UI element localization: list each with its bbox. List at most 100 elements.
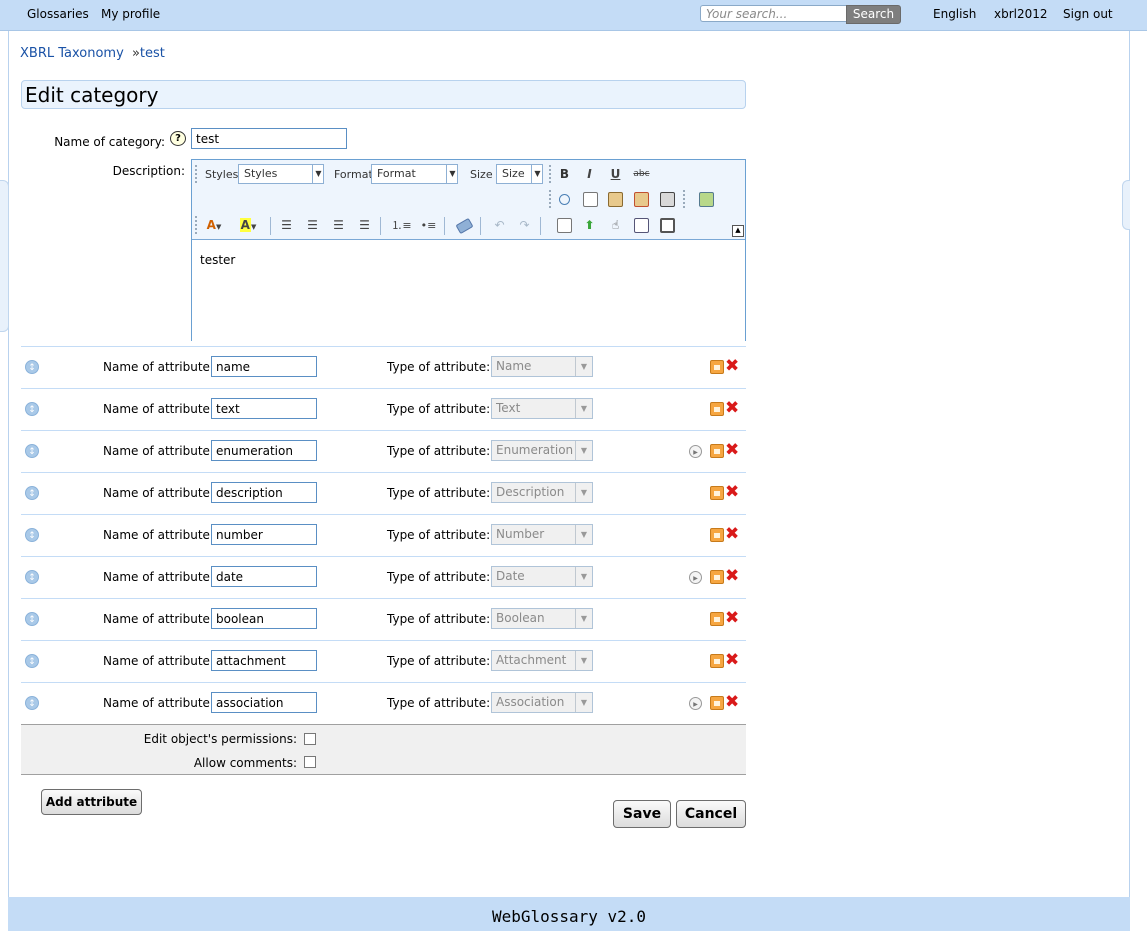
- lock-icon[interactable]: [710, 654, 724, 668]
- lock-icon[interactable]: [710, 360, 724, 374]
- attribute-name-input[interactable]: [211, 524, 317, 545]
- paste-button[interactable]: [605, 189, 626, 209]
- attribute-name-input[interactable]: [211, 608, 317, 629]
- username-link[interactable]: xbrl2012: [994, 7, 1048, 21]
- delete-icon[interactable]: ✖: [725, 651, 739, 669]
- paste-word-button[interactable]: [657, 189, 678, 209]
- help-icon[interactable]: ?: [170, 131, 186, 146]
- lock-icon[interactable]: [710, 486, 724, 500]
- copy-button[interactable]: [580, 189, 601, 209]
- strikethrough-button[interactable]: abc: [631, 164, 652, 184]
- delete-icon[interactable]: ✖: [725, 609, 739, 627]
- comments-checkbox[interactable]: [304, 756, 316, 768]
- source-button[interactable]: [657, 215, 678, 235]
- insert-image-button[interactable]: [696, 189, 717, 209]
- attribute-type-select[interactable]: Number ▼: [491, 524, 593, 545]
- attribute-name-input[interactable]: [211, 692, 317, 713]
- align-right-button[interactable]: ☰: [328, 215, 349, 235]
- bulleted-list-button[interactable]: •≡: [418, 215, 439, 235]
- move-handle-icon[interactable]: ↕: [25, 402, 39, 416]
- redo-button[interactable]: ↷: [514, 215, 535, 235]
- move-handle-icon[interactable]: ↕: [25, 654, 39, 668]
- cut-button[interactable]: [554, 189, 575, 209]
- attribute-type-select[interactable]: Text ▼: [491, 398, 593, 419]
- upload-button[interactable]: ⬆: [579, 215, 600, 235]
- justify-button[interactable]: ☰: [354, 215, 375, 235]
- delete-icon[interactable]: ✖: [725, 399, 739, 417]
- cancel-button[interactable]: Cancel: [676, 800, 746, 828]
- align-left-button[interactable]: ☰: [276, 215, 297, 235]
- move-handle-icon[interactable]: ↕: [25, 486, 39, 500]
- size-combo[interactable]: Size Size ▼: [467, 164, 543, 184]
- delete-icon[interactable]: ✖: [725, 357, 739, 375]
- lock-icon[interactable]: [710, 696, 724, 710]
- permissions-checkbox[interactable]: [304, 733, 316, 745]
- move-handle-icon[interactable]: ↕: [25, 696, 39, 710]
- move-handle-icon[interactable]: ↕: [25, 360, 39, 374]
- attribute-type-select[interactable]: Association ▼: [491, 692, 593, 713]
- numbered-list-button[interactable]: ⒈≡: [391, 215, 412, 235]
- move-handle-icon[interactable]: ↕: [25, 528, 39, 542]
- attribute-name-input[interactable]: [211, 482, 317, 503]
- category-name-input[interactable]: [191, 128, 347, 149]
- add-attribute-button[interactable]: Add attribute: [41, 789, 142, 815]
- collapse-toolbar-button[interactable]: ▲: [732, 225, 744, 237]
- options-play-icon[interactable]: ▶: [689, 697, 702, 710]
- anchor-button[interactable]: [631, 215, 652, 235]
- options-play-icon[interactable]: ▶: [689, 571, 702, 584]
- attribute-type-select[interactable]: Description ▼: [491, 482, 593, 503]
- styles-combo[interactable]: Styles Styles ▼: [200, 164, 324, 184]
- move-handle-icon[interactable]: ↕: [25, 570, 39, 584]
- remove-format-button[interactable]: [454, 215, 475, 235]
- link-button[interactable]: ☝: [605, 215, 626, 235]
- search-button[interactable]: Search: [846, 5, 901, 24]
- delete-icon[interactable]: ✖: [725, 693, 739, 711]
- search-input[interactable]: [700, 5, 847, 22]
- language-link[interactable]: English: [933, 7, 976, 21]
- bold-button[interactable]: B: [554, 164, 575, 184]
- lock-icon[interactable]: [710, 444, 724, 458]
- save-button[interactable]: Save: [613, 800, 671, 828]
- font-color-button[interactable]: A▼: [200, 215, 228, 235]
- delete-icon[interactable]: ✖: [725, 483, 739, 501]
- attribute-type-select[interactable]: Attachment ▼: [491, 650, 593, 671]
- attribute-type-select[interactable]: Boolean ▼: [491, 608, 593, 629]
- format-combo[interactable]: Format Format ▼: [332, 164, 458, 184]
- description-editor-area[interactable]: tester: [192, 239, 745, 341]
- breadcrumb-current-link[interactable]: test: [140, 46, 165, 61]
- left-side-panel-handle[interactable]: [0, 180, 9, 332]
- attribute-type-select[interactable]: Date ▼: [491, 566, 593, 587]
- nav-glossaries-link[interactable]: Glossaries: [27, 7, 89, 21]
- attribute-name-input[interactable]: [211, 566, 317, 587]
- lock-icon[interactable]: [710, 570, 724, 584]
- options-play-icon[interactable]: ▶: [689, 445, 702, 458]
- attribute-type-select[interactable]: Name ▼: [491, 356, 593, 377]
- right-side-panel-handle[interactable]: [1122, 180, 1130, 230]
- align-center-button[interactable]: ☰: [302, 215, 323, 235]
- page-frame-left: [8, 31, 9, 897]
- delete-icon[interactable]: ✖: [725, 441, 739, 459]
- lock-icon[interactable]: [710, 528, 724, 542]
- paste-text-button[interactable]: [631, 189, 652, 209]
- attribute-name-input[interactable]: [211, 650, 317, 671]
- attribute-name-input[interactable]: [211, 440, 317, 461]
- lock-icon[interactable]: [710, 402, 724, 416]
- move-handle-icon[interactable]: ↕: [25, 612, 39, 626]
- italic-button[interactable]: I: [579, 164, 600, 184]
- background-color-button[interactable]: A▼: [234, 215, 262, 235]
- undo-button[interactable]: ↶: [489, 215, 510, 235]
- attribute-name-input[interactable]: [211, 356, 317, 377]
- breadcrumb-root-link[interactable]: XBRL Taxonomy: [20, 46, 124, 61]
- attribute-type-select[interactable]: Enumeration ▼: [491, 440, 593, 461]
- attribute-name-input[interactable]: [211, 398, 317, 419]
- delete-icon[interactable]: ✖: [725, 567, 739, 585]
- nav-my-profile-link[interactable]: My profile: [101, 7, 160, 21]
- delete-icon[interactable]: ✖: [725, 525, 739, 543]
- new-page-button[interactable]: [554, 215, 575, 235]
- underline-button[interactable]: U: [605, 164, 626, 184]
- move-handle-icon[interactable]: ↕: [25, 444, 39, 458]
- sign-out-link[interactable]: Sign out: [1063, 7, 1113, 21]
- lock-icon[interactable]: [710, 612, 724, 626]
- attribute-type-label: Type of attribute:: [387, 486, 491, 500]
- attribute-name-label: Name of attribute:: [103, 612, 214, 626]
